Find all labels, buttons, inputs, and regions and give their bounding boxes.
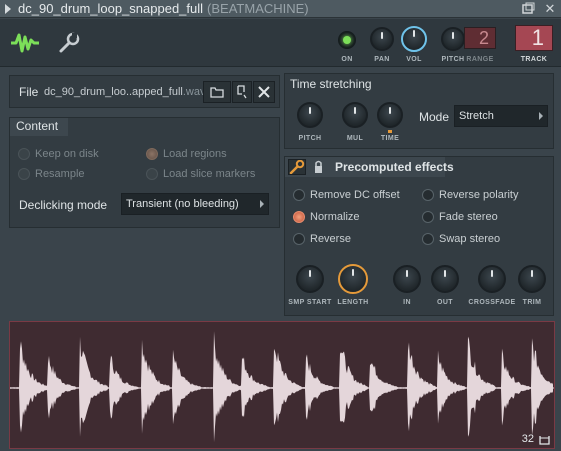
time-marker [388, 130, 392, 133]
resample-label: Resample [35, 168, 85, 180]
track-display[interactable]: 1 [515, 25, 553, 51]
resample-radio[interactable] [18, 168, 30, 180]
content-panel: Content Keep on disk Load regions Resamp… [9, 117, 280, 228]
reverse-polarity-label: Reverse polarity [439, 189, 519, 201]
stretch-pitch-label: PITCH [298, 135, 322, 142]
in-label: IN [403, 299, 411, 306]
pan-knob[interactable] [370, 27, 394, 51]
mul-knob[interactable] [342, 102, 368, 128]
range-label: RANGE [466, 56, 494, 63]
precomputed-title: Precomputed effects [335, 160, 454, 174]
fade-stereo-label: Fade stereo [439, 211, 498, 223]
mode-label: Mode [419, 110, 450, 124]
content-title-tab: Content [10, 118, 68, 136]
chevron-right-icon [539, 112, 543, 120]
sample-start-knob[interactable] [296, 265, 324, 293]
close-icon [258, 86, 270, 98]
file-label: File [19, 85, 39, 99]
remove-dc-offset-label: Remove DC offset [310, 189, 400, 201]
mul-label: MUL [346, 135, 364, 142]
trim-knob[interactable] [518, 265, 546, 293]
wrench-icon [289, 159, 305, 175]
precomputed-wrench-button[interactable] [288, 159, 306, 175]
trim-label: TRIM [522, 299, 542, 306]
restore-icon [522, 2, 535, 14]
keep-on-disk-radio[interactable] [18, 148, 30, 160]
file-name: dc_90_drum_loo..apped_full.wav [44, 86, 206, 98]
length-label: LENGTH [337, 299, 369, 306]
reverse-label: Reverse [310, 233, 351, 245]
crossfade-knob[interactable] [478, 265, 506, 293]
volume-label: VOL [406, 56, 422, 63]
waveform-counter: 32 [521, 433, 534, 445]
in-knob[interactable] [393, 265, 421, 293]
reverse-polarity-radio[interactable] [422, 189, 434, 201]
waveform-display[interactable]: 32 [9, 321, 555, 449]
window-menu-arrow-icon[interactable] [5, 4, 11, 14]
window-title: dc_90_drum_loop_snapped_full (BEATMACHINE… [18, 1, 309, 16]
normalize-label: Normalize [310, 211, 360, 223]
volume-knob[interactable] [401, 26, 427, 52]
pitch-range-display[interactable]: 2 [464, 27, 496, 49]
out-label: OUT [437, 299, 453, 306]
open-file-button[interactable] [203, 81, 231, 103]
declicking-mode-select[interactable]: Transient (no bleeding) [121, 193, 269, 215]
precomputed-effects-panel: Precomputed effects Remove DC offset Rev… [284, 156, 554, 316]
load-slice-markers-label: Load slice markers [163, 168, 256, 180]
remove-dc-offset-radio[interactable] [293, 189, 305, 201]
stretch-pitch-knob[interactable] [297, 102, 323, 128]
load-regions-label: Load regions [163, 148, 227, 160]
swap-stereo-label: Swap stereo [439, 233, 501, 245]
time-stretching-title: Time stretching [290, 77, 372, 91]
title-bar: dc_90_drum_loop_snapped_full (BEATMACHINE… [0, 0, 561, 18]
pitch-label: PITCH [441, 56, 465, 63]
time-knob[interactable] [377, 102, 403, 128]
time-label: TIME [380, 135, 400, 142]
locate-file-button[interactable] [232, 81, 252, 103]
out-knob[interactable] [431, 265, 459, 293]
pitch-knob[interactable] [441, 27, 465, 51]
folder-icon [210, 87, 224, 98]
on-label: ON [341, 56, 353, 63]
time-stretching-panel: Time stretching PITCH MUL TIME Mode Stre… [284, 73, 554, 149]
locate-file-icon [237, 85, 247, 99]
pan-label: PAN [374, 56, 390, 63]
fade-stereo-radio[interactable] [422, 211, 434, 223]
lock-icon[interactable] [311, 159, 327, 175]
sample-start-label: SMP START [288, 299, 332, 306]
crossfade-label: CROSSFADE [468, 299, 516, 306]
reverse-radio[interactable] [293, 233, 305, 245]
wrench-tab-icon[interactable] [58, 32, 80, 54]
load-slice-markers-radio[interactable] [146, 168, 158, 180]
length-knob[interactable] [338, 264, 368, 294]
swap-stereo-radio[interactable] [422, 233, 434, 245]
track-label: TRACK [520, 56, 548, 63]
waveform-tab-icon[interactable] [10, 32, 40, 54]
mode-select[interactable]: Stretch [454, 105, 548, 127]
plugin-header: ON PAN VOL PITCH 2 RANGE 1 TRACK [0, 19, 561, 67]
waveform-path [10, 331, 553, 443]
file-panel: File dc_90_drum_loo..apped_full.wav [9, 75, 280, 108]
waveform-graphic [10, 331, 554, 443]
load-regions-radio[interactable] [146, 148, 158, 160]
power-led-icon[interactable] [338, 31, 356, 49]
snap-icon[interactable] [539, 434, 550, 445]
chevron-right-icon [260, 200, 264, 208]
remove-file-button[interactable] [253, 81, 275, 103]
normalize-radio[interactable] [293, 211, 305, 223]
declicking-mode-label: Declicking mode [19, 198, 108, 212]
restore-button[interactable] [520, 1, 536, 17]
close-button[interactable]: ✕ [542, 1, 558, 17]
keep-on-disk-label: Keep on disk [35, 148, 99, 160]
